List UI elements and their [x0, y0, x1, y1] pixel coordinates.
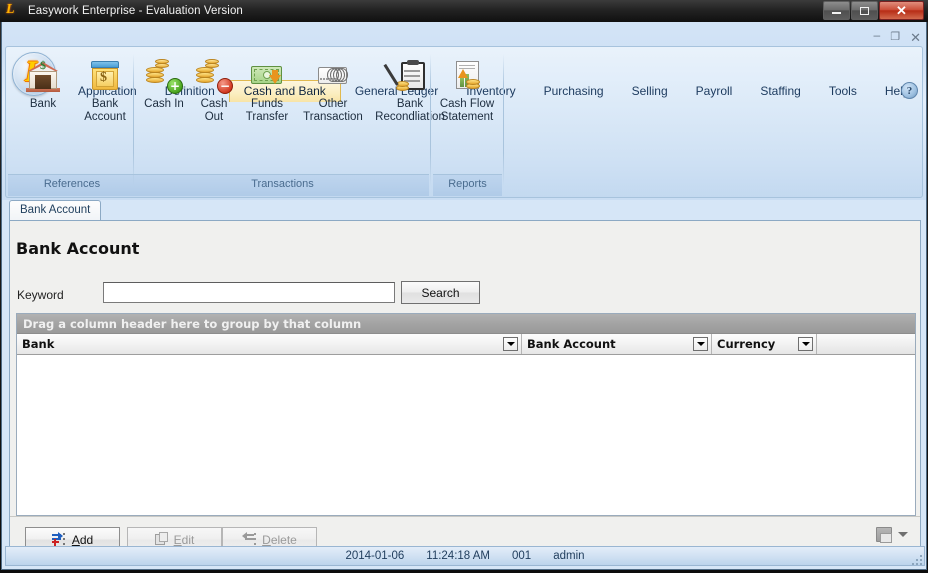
search-input[interactable]: [103, 282, 395, 303]
ribbon-tab-purchasing[interactable]: Purchasing: [530, 80, 618, 102]
banknote-arrow-icon: [249, 59, 285, 93]
grid-column-label: Bank: [22, 337, 55, 351]
grid-body[interactable]: [17, 356, 915, 515]
card-icon: [315, 59, 351, 93]
ribbon-tab-selling[interactable]: Selling: [618, 80, 682, 102]
document-chart-icon: [449, 59, 485, 93]
mdi-restore-button[interactable]: ❐: [890, 32, 900, 43]
ribbon-group-label: References: [43, 178, 101, 190]
add-button-label: Add: [71, 532, 94, 547]
grid-column-bank-account[interactable]: Bank Account: [522, 334, 712, 354]
ribbon-group-reports: Cash Flow Statement Reports: [433, 50, 502, 196]
app-logo-glyph: L: [6, 2, 15, 17]
ribbon-group-references: $ Bank $ Bank Account References: [8, 50, 136, 196]
application-window: L Easywork Enterprise - Evaluation Versi…: [0, 0, 928, 573]
ribbon-group-separator: [133, 54, 134, 186]
ribbon-button-label: Cash In: [144, 98, 184, 110]
ribbon-group-label: Transactions: [251, 178, 314, 190]
ribbon-group-separator: [430, 54, 431, 186]
edit-button-label: Edit: [173, 532, 195, 547]
ribbon-button-label: Bank Account: [84, 98, 126, 123]
dropdown-caret-icon[interactable]: [898, 532, 908, 537]
ribbon-button-label: Other Transaction: [303, 98, 363, 123]
ribbon-tab-payroll[interactable]: Payroll: [682, 80, 747, 102]
close-button[interactable]: ✕: [879, 1, 924, 20]
grid-column-label: Bank Account: [527, 337, 616, 351]
filter-dropdown-icon[interactable]: [798, 337, 813, 351]
ribbon-button-label: Cash Flow Statement: [439, 98, 495, 123]
delete-row-icon: [242, 532, 257, 546]
clipboard-pen-icon: [383, 59, 428, 93]
ribbon-button-label: Funds Transfer: [245, 98, 289, 123]
ribbon-tab-tools[interactable]: Tools: [815, 80, 871, 102]
bank-building-icon: $: [25, 58, 61, 93]
maximize-icon: [860, 6, 869, 15]
ribbon-group-separator: [503, 54, 504, 186]
ribbon-button-label: Bank: [29, 98, 57, 110]
ribbon-group-label: Reports: [448, 178, 487, 190]
mdi-close-button[interactable]: ✕: [910, 31, 921, 44]
mdi-minimize-button[interactable]: –: [874, 29, 881, 41]
keyword-label: Keyword: [17, 288, 64, 302]
grid-column-header: Bank Bank Account Currency: [17, 334, 915, 355]
edit-row-icon: [154, 532, 169, 546]
filter-dropdown-icon[interactable]: [503, 337, 518, 351]
plus-badge-icon: +: [167, 78, 183, 94]
add-row-icon: [51, 532, 67, 546]
resize-grip-icon[interactable]: [911, 554, 924, 567]
delete-button-label: Delete: [262, 532, 297, 547]
export-widget[interactable]: [876, 527, 908, 543]
title-bar: L Easywork Enterprise - Evaluation Versi…: [0, 0, 928, 22]
ribbon-button-funds-transfer[interactable]: Funds Transfer: [238, 55, 296, 125]
ribbon-group-transactions: + Cash In − Cash Out Funds Transfer Othe…: [136, 50, 445, 196]
ribbon-button-cash-in[interactable]: + Cash In: [138, 55, 190, 125]
help-icon[interactable]: ?: [901, 82, 918, 99]
tab-bank-account[interactable]: Bank Account: [9, 200, 102, 220]
ribbon-button-other-transaction[interactable]: Other Transaction: [296, 55, 370, 125]
ribbon-button-cash-out[interactable]: − Cash Out: [190, 55, 238, 125]
grid-column-bank[interactable]: Bank: [17, 334, 522, 354]
grid-column-currency[interactable]: Currency: [712, 334, 817, 354]
ribbon-button-bank[interactable]: $ Bank: [12, 55, 74, 125]
maximize-button[interactable]: [851, 1, 878, 20]
ribbon: – ❐ ✕ L Application Definition Cash and …: [2, 22, 926, 200]
client-area: – ❐ ✕ L Application Definition Cash and …: [1, 22, 927, 570]
status-bar: 2014-01-06 11:24:18 AM 001 admin: [5, 546, 925, 566]
minus-badge-icon: −: [217, 78, 233, 94]
ribbon-button-bank-account[interactable]: $ Bank Account: [74, 55, 136, 125]
mdi-window-controls: – ❐ ✕: [874, 29, 921, 45]
status-date: 2014-01-06: [345, 550, 405, 562]
document-tab-strip: Bank Account: [2, 200, 926, 220]
status-code: 001: [512, 550, 532, 562]
status-time: 11:24:18 AM: [426, 550, 491, 562]
ribbon-button-label: Cash Out: [200, 98, 228, 123]
save-floppy-icon[interactable]: [876, 527, 892, 543]
coins-minus-icon: −: [196, 59, 233, 94]
ribbon-button-cash-flow-statement[interactable]: Cash Flow Statement: [436, 55, 498, 125]
grid-column-label: Currency: [717, 337, 776, 351]
coins-plus-icon: +: [146, 59, 183, 94]
safe-box-dollar-icon: $: [87, 59, 123, 93]
bank-account-page: Bank Account Keyword Search Drag a colum…: [9, 220, 921, 565]
group-by-panel-text: Drag a column header here to group by th…: [23, 316, 362, 331]
search-button[interactable]: Search: [401, 281, 480, 304]
window-title: Easywork Enterprise - Evaluation Version: [28, 5, 243, 17]
bank-account-grid: Drag a column header here to group by th…: [16, 313, 916, 516]
search-row: Keyword Search: [10, 279, 920, 313]
minimize-button[interactable]: [823, 1, 850, 20]
window-controls: ✕: [823, 1, 926, 22]
ribbon-tab-staffing[interactable]: Staffing: [746, 80, 814, 102]
page-title: Bank Account: [16, 239, 140, 258]
minimize-icon: [832, 12, 841, 14]
group-by-panel[interactable]: Drag a column header here to group by th…: [17, 314, 915, 334]
status-user: admin: [553, 550, 585, 562]
filter-dropdown-icon[interactable]: [693, 337, 708, 351]
app-logo-icon: L: [6, 2, 22, 19]
